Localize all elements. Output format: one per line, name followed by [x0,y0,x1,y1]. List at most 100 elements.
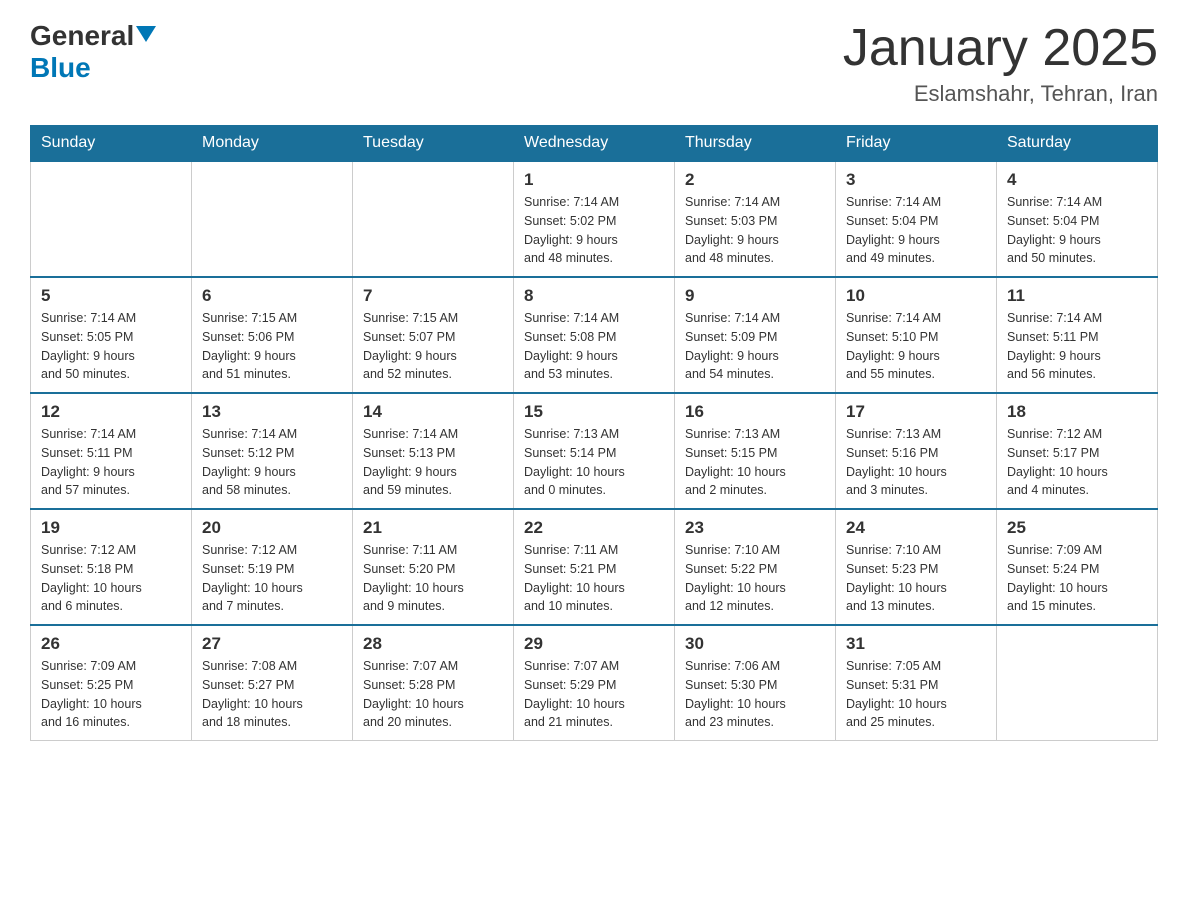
day-info: Sunrise: 7:14 AMSunset: 5:13 PMDaylight:… [363,425,503,500]
calendar-cell: 19 Sunrise: 7:12 AMSunset: 5:18 PMDayligh… [31,509,192,625]
day-info: Sunrise: 7:13 AMSunset: 5:14 PMDaylight:… [524,425,664,500]
weekday-header-monday: Monday [192,126,353,162]
day-info: Sunrise: 7:14 AMSunset: 5:04 PMDaylight:… [1007,193,1147,268]
day-number: 14 [363,402,503,422]
day-info: Sunrise: 7:09 AMSunset: 5:25 PMDaylight:… [41,657,181,732]
day-info: Sunrise: 7:07 AMSunset: 5:28 PMDaylight:… [363,657,503,732]
day-info: Sunrise: 7:08 AMSunset: 5:27 PMDaylight:… [202,657,342,732]
day-number: 2 [685,170,825,190]
weekday-header-thursday: Thursday [675,126,836,162]
day-number: 31 [846,634,986,654]
calendar-table: SundayMondayTuesdayWednesdayThursdayFrid… [30,125,1158,741]
calendar-cell [31,161,192,277]
day-info: Sunrise: 7:14 AMSunset: 5:11 PMDaylight:… [41,425,181,500]
calendar-cell: 7 Sunrise: 7:15 AMSunset: 5:07 PMDaylight… [353,277,514,393]
day-info: Sunrise: 7:11 AMSunset: 5:21 PMDaylight:… [524,541,664,616]
calendar-cell: 14 Sunrise: 7:14 AMSunset: 5:13 PMDayligh… [353,393,514,509]
day-info: Sunrise: 7:14 AMSunset: 5:12 PMDaylight:… [202,425,342,500]
day-number: 12 [41,402,181,422]
day-info: Sunrise: 7:14 AMSunset: 5:04 PMDaylight:… [846,193,986,268]
calendar-cell: 8Sunrise: 7:14 AMSunset: 5:08 PMDaylight… [514,277,675,393]
day-number: 25 [1007,518,1147,538]
calendar-cell: 28 Sunrise: 7:07 AMSunset: 5:28 PMDayligh… [353,625,514,741]
logo-general-text: General [30,20,134,52]
day-number: 10 [846,286,986,306]
calendar-cell: 21Sunrise: 7:11 AMSunset: 5:20 PMDayligh… [353,509,514,625]
day-number: 3 [846,170,986,190]
day-number: 6 [202,286,342,306]
weekday-header-wednesday: Wednesday [514,126,675,162]
day-info: Sunrise: 7:09 AMSunset: 5:24 PMDaylight:… [1007,541,1147,616]
calendar-cell: 31 Sunrise: 7:05 AMSunset: 5:31 PMDayligh… [836,625,997,741]
calendar-cell [192,161,353,277]
day-info: Sunrise: 7:07 AMSunset: 5:29 PMDaylight:… [524,657,664,732]
day-info: Sunrise: 7:10 AMSunset: 5:23 PMDaylight:… [846,541,986,616]
day-info: Sunrise: 7:14 AMSunset: 5:03 PMDaylight:… [685,193,825,268]
day-info: Sunrise: 7:12 AMSunset: 5:18 PMDaylight:… [41,541,181,616]
location-label: Eslamshahr, Tehran, Iran [843,81,1158,107]
calendar-cell: 24Sunrise: 7:10 AMSunset: 5:23 PMDayligh… [836,509,997,625]
calendar-cell: 2 Sunrise: 7:14 AMSunset: 5:03 PMDaylight… [675,161,836,277]
day-info: Sunrise: 7:14 AMSunset: 5:02 PMDaylight:… [524,193,664,268]
day-number: 7 [363,286,503,306]
calendar-week-row: 1 Sunrise: 7:14 AMSunset: 5:02 PMDaylight… [31,161,1158,277]
day-number: 17 [846,402,986,422]
day-number: 28 [363,634,503,654]
day-info: Sunrise: 7:14 AMSunset: 5:11 PMDaylight:… [1007,309,1147,384]
calendar-cell: 27Sunrise: 7:08 AMSunset: 5:27 PMDayligh… [192,625,353,741]
day-number: 30 [685,634,825,654]
calendar-cell: 5 Sunrise: 7:14 AMSunset: 5:05 PMDaylight… [31,277,192,393]
day-info: Sunrise: 7:13 AMSunset: 5:15 PMDaylight:… [685,425,825,500]
calendar-week-row: 12 Sunrise: 7:14 AMSunset: 5:11 PMDayligh… [31,393,1158,509]
calendar-cell: 20Sunrise: 7:12 AMSunset: 5:19 PMDayligh… [192,509,353,625]
calendar-cell: 4Sunrise: 7:14 AMSunset: 5:04 PMDaylight… [997,161,1158,277]
title-block: January 2025 Eslamshahr, Tehran, Iran [843,20,1158,107]
day-info: Sunrise: 7:14 AMSunset: 5:05 PMDaylight:… [41,309,181,384]
calendar-cell: 13 Sunrise: 7:14 AMSunset: 5:12 PMDayligh… [192,393,353,509]
calendar-cell: 26 Sunrise: 7:09 AMSunset: 5:25 PMDayligh… [31,625,192,741]
calendar-cell: 22 Sunrise: 7:11 AMSunset: 5:21 PMDayligh… [514,509,675,625]
calendar-week-row: 19 Sunrise: 7:12 AMSunset: 5:18 PMDayligh… [31,509,1158,625]
day-info: Sunrise: 7:15 AMSunset: 5:06 PMDaylight:… [202,309,342,384]
day-number: 22 [524,518,664,538]
page-header: General Blue January 2025 Eslamshahr, Te… [30,20,1158,107]
month-title: January 2025 [843,20,1158,77]
day-info: Sunrise: 7:14 AMSunset: 5:10 PMDaylight:… [846,309,986,384]
calendar-cell: 3 Sunrise: 7:14 AMSunset: 5:04 PMDaylight… [836,161,997,277]
day-info: Sunrise: 7:14 AMSunset: 5:08 PMDaylight:… [524,309,664,384]
calendar-cell: 11 Sunrise: 7:14 AMSunset: 5:11 PMDayligh… [997,277,1158,393]
day-number: 23 [685,518,825,538]
calendar-week-row: 26 Sunrise: 7:09 AMSunset: 5:25 PMDayligh… [31,625,1158,741]
calendar-cell: 29 Sunrise: 7:07 AMSunset: 5:29 PMDayligh… [514,625,675,741]
weekday-header-tuesday: Tuesday [353,126,514,162]
day-info: Sunrise: 7:15 AMSunset: 5:07 PMDaylight:… [363,309,503,384]
calendar-cell: 1 Sunrise: 7:14 AMSunset: 5:02 PMDaylight… [514,161,675,277]
calendar-cell: 30Sunrise: 7:06 AMSunset: 5:30 PMDayligh… [675,625,836,741]
weekday-header-friday: Friday [836,126,997,162]
day-info: Sunrise: 7:13 AMSunset: 5:16 PMDaylight:… [846,425,986,500]
calendar-cell: 6 Sunrise: 7:15 AMSunset: 5:06 PMDaylight… [192,277,353,393]
calendar-cell: 23 Sunrise: 7:10 AMSunset: 5:22 PMDayligh… [675,509,836,625]
logo-blue-text: Blue [30,52,91,84]
day-number: 1 [524,170,664,190]
logo-triangle-icon [136,26,156,42]
calendar-cell: 16Sunrise: 7:13 AMSunset: 5:15 PMDayligh… [675,393,836,509]
day-number: 26 [41,634,181,654]
logo: General Blue [30,20,158,84]
day-number: 9 [685,286,825,306]
day-info: Sunrise: 7:11 AMSunset: 5:20 PMDaylight:… [363,541,503,616]
day-info: Sunrise: 7:10 AMSunset: 5:22 PMDaylight:… [685,541,825,616]
weekday-header-sunday: Sunday [31,126,192,162]
day-number: 5 [41,286,181,306]
day-info: Sunrise: 7:05 AMSunset: 5:31 PMDaylight:… [846,657,986,732]
calendar-cell [353,161,514,277]
day-number: 19 [41,518,181,538]
calendar-cell: 15Sunrise: 7:13 AMSunset: 5:14 PMDayligh… [514,393,675,509]
day-info: Sunrise: 7:14 AMSunset: 5:09 PMDaylight:… [685,309,825,384]
day-number: 13 [202,402,342,422]
day-number: 29 [524,634,664,654]
day-number: 11 [1007,286,1147,306]
day-number: 18 [1007,402,1147,422]
calendar-cell: 18Sunrise: 7:12 AMSunset: 5:17 PMDayligh… [997,393,1158,509]
day-info: Sunrise: 7:12 AMSunset: 5:19 PMDaylight:… [202,541,342,616]
